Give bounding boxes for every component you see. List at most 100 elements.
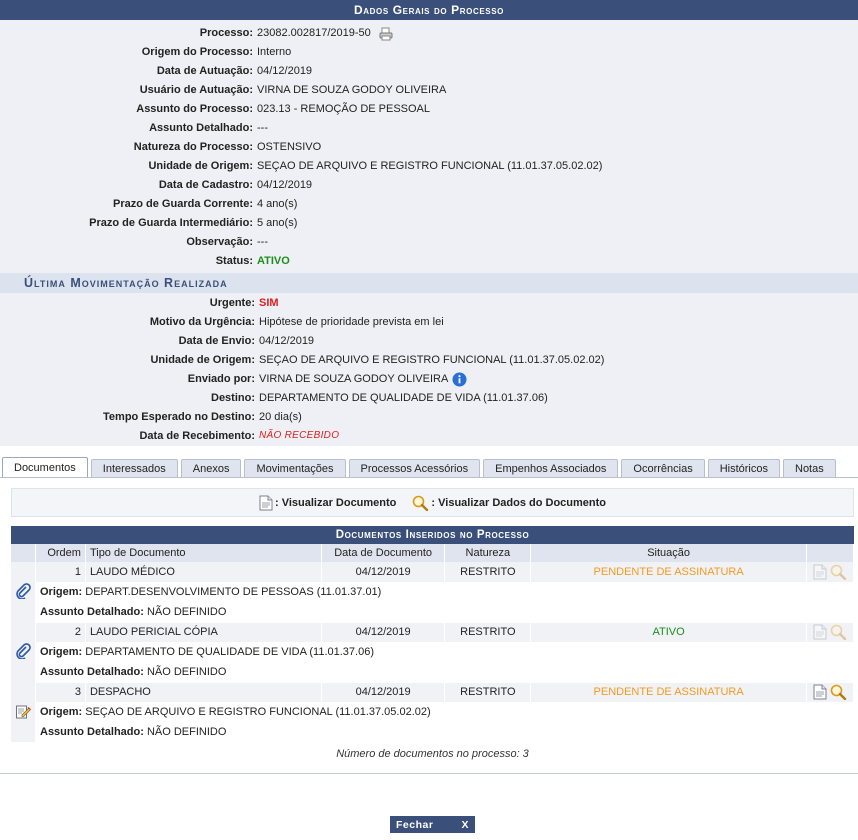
table-row: 1 LAUDO MÉDICO 04/12/2019 RESTRITO PENDE… [11,562,855,622]
view-data-icon[interactable] [830,684,847,701]
row-type-cell [11,622,36,682]
destination-value: DEPARTAMENTO DE QUALIDADE DE VIDA (11.01… [259,392,548,404]
view-data-icon[interactable] [830,564,847,581]
doc-situacao: ATIVO [530,622,807,642]
doc-situacao: PENDENTE DE ASSINATURA [530,562,807,582]
status-value: ATIVO [257,255,290,267]
table-row: 2 LAUDO PERICIAL CÓPIA 04/12/2019 RESTRI… [11,622,855,682]
view-document-icon[interactable] [813,564,827,580]
nature-value: OSTENSIVO [257,141,322,153]
current-keep-label: Prazo de Guarda Corrente: [113,198,253,210]
documents-table: Ordem Tipo de Documento Data de Document… [11,544,855,742]
origin-unit-value: SEÇAO DE ARQUIVO E REGISTRO FUNCIONAL (1… [257,160,603,172]
doc-origin: Origem: DEPARTAMENTO DE QUALIDADE DE VID… [35,642,854,662]
tab-historicos[interactable]: Históricos [707,459,780,478]
process-value: 23082.002817/2019-50 [257,27,371,39]
table-row-origin: Origem: DEPART.DESENVOLVIMENTO DE PESSOA… [11,582,854,602]
expected-time-value: 20 dia(s) [259,411,302,423]
last-movement-title: Última Movimentação Realizada [0,273,858,293]
close-button[interactable]: Fechar X [390,816,475,833]
autuacao-user-value: VIRNA DE SOUZA GODOY OLIVEIRA [257,84,447,96]
observation-value: --- [257,236,268,248]
receive-date-value: NÃO RECEBIDO [259,429,340,441]
view-data-icon[interactable] [830,624,847,641]
legend-view-data: : Visualizar Dados do Documento [431,496,607,509]
doc-origin: Origem: DEPART.DESENVOLVIMENTO DE PESSOA… [35,582,854,602]
table-row-subject: Assunto Detalhado: NÃO DEFINIDO [11,662,854,683]
row-type-cell [11,682,36,742]
sent-by-label: Enviado por: [187,373,255,385]
register-date-label: Data de Cadastro: [158,179,253,191]
origin-label: Origem do Processo: [141,46,253,58]
receive-date-label: Data de Recebimento: [139,430,255,442]
sent-by-value: VIRNA DE SOUZA GODOY OLIVEIRA [259,373,449,385]
page-title: Dados Gerais do Processo [0,0,858,20]
register-date-value: 04/12/2019 [257,179,313,191]
current-keep-value: 4 ano(s) [257,198,298,210]
tab-interessados[interactable]: Interessados [90,459,178,478]
header-ordem: Ordem [35,544,86,562]
move-origin-unit-value: SEÇAO DE ARQUIVO E REGISTRO FUNCIONAL (1… [259,354,605,366]
doc-data: 04/12/2019 [321,622,446,642]
move-origin-unit-label: Unidade de Origem: [150,354,255,366]
table-row-subject: Assunto Detalhado: NÃO DEFINIDO [11,602,854,623]
view-document-icon[interactable] [813,624,827,640]
doc-subject: Assunto Detalhado: NÃO DEFINIDO [35,722,854,742]
view-document-icon[interactable] [813,684,827,700]
documents-count: Número de documentos no processo: 3 [336,748,529,760]
tab-ocorrencias[interactable]: Ocorrências [621,459,705,478]
doc-natureza: RESTRITO [444,622,532,642]
header-icon-column [11,544,36,562]
close-icon: X [461,818,469,831]
autuacao-user-label: Usuário de Autuação: [139,84,253,96]
document-icon [259,495,273,510]
urgency-reason-label: Motivo da Urgência: [149,316,255,328]
send-date-label: Data de Envio: [178,335,255,347]
edit-document-icon [16,705,32,718]
print-icon[interactable] [379,27,393,41]
intermediate-keep-value: 5 ano(s) [257,217,298,229]
table-row-origin: Origem: DEPARTAMENTO DE QUALIDADE DE VID… [11,642,854,662]
tab-bar: Documentos Interessados Anexos Movimenta… [0,457,858,478]
doc-actions [806,562,855,582]
header-data: Data de Documento [321,544,446,562]
tab-anexos[interactable]: Anexos [180,459,242,478]
table-row-origin: Origem: SEÇAO DE ARQUIVO E REGISTRO FUNC… [11,702,854,722]
doc-natureza: RESTRITO [444,562,532,582]
paperclip-icon [16,582,31,600]
doc-ordem: 2 [35,622,86,642]
legend-view-document: : Visualizar Documento [274,496,397,509]
doc-tipo: LAUDO PERICIAL CÓPIA [85,622,322,642]
doc-ordem: 1 [35,562,86,582]
process-label: Processo: [199,27,253,39]
tab-documentos[interactable]: Documentos [2,457,88,478]
info-icon[interactable] [452,372,467,387]
origin-unit-label: Unidade de Origem: [148,160,253,172]
nature-label: Natureza do Processo: [133,141,253,153]
subject-value: 023.13 - REMOÇÃO DE PESSOAL [257,103,431,115]
header-tipo: Tipo de Documento [85,544,322,562]
doc-data: 04/12/2019 [321,682,446,702]
tab-processos-acessorios[interactable]: Processos Acessórios [348,459,481,478]
send-date-value: 04/12/2019 [259,335,315,347]
doc-natureza: RESTRITO [444,682,532,702]
doc-actions [806,682,855,702]
tab-movimentacoes[interactable]: Movimentações [244,459,346,478]
detailed-subject-value: --- [257,122,268,134]
urgent-label: Urgente: [209,297,255,309]
detailed-subject-label: Assunto Detalhado: [149,122,253,134]
documents-table-title: Documentos Inseridos no Processo [11,526,854,544]
doc-data: 04/12/2019 [321,562,446,582]
observation-label: Observação: [186,236,253,248]
close-button-label: Fechar [396,818,434,831]
doc-ordem: 3 [35,682,86,702]
doc-tipo: LAUDO MÉDICO [85,562,322,582]
tab-empenhos-associados[interactable]: Empenhos Associados [483,459,619,478]
table-row-subject: Assunto Detalhado: NÃO DEFINIDO [11,722,854,742]
autuacao-date-label: Data de Autuação: [156,65,253,77]
header-natureza: Natureza [444,544,532,562]
icon-legend: : Visualizar Documento : Visualizar Dado… [11,488,854,517]
general-data-panel: Processo: 23082.002817/2019-50 Origem do … [0,20,858,446]
tab-notas[interactable]: Notas [783,459,836,478]
expected-time-label: Tempo Esperado no Destino: [103,411,255,423]
